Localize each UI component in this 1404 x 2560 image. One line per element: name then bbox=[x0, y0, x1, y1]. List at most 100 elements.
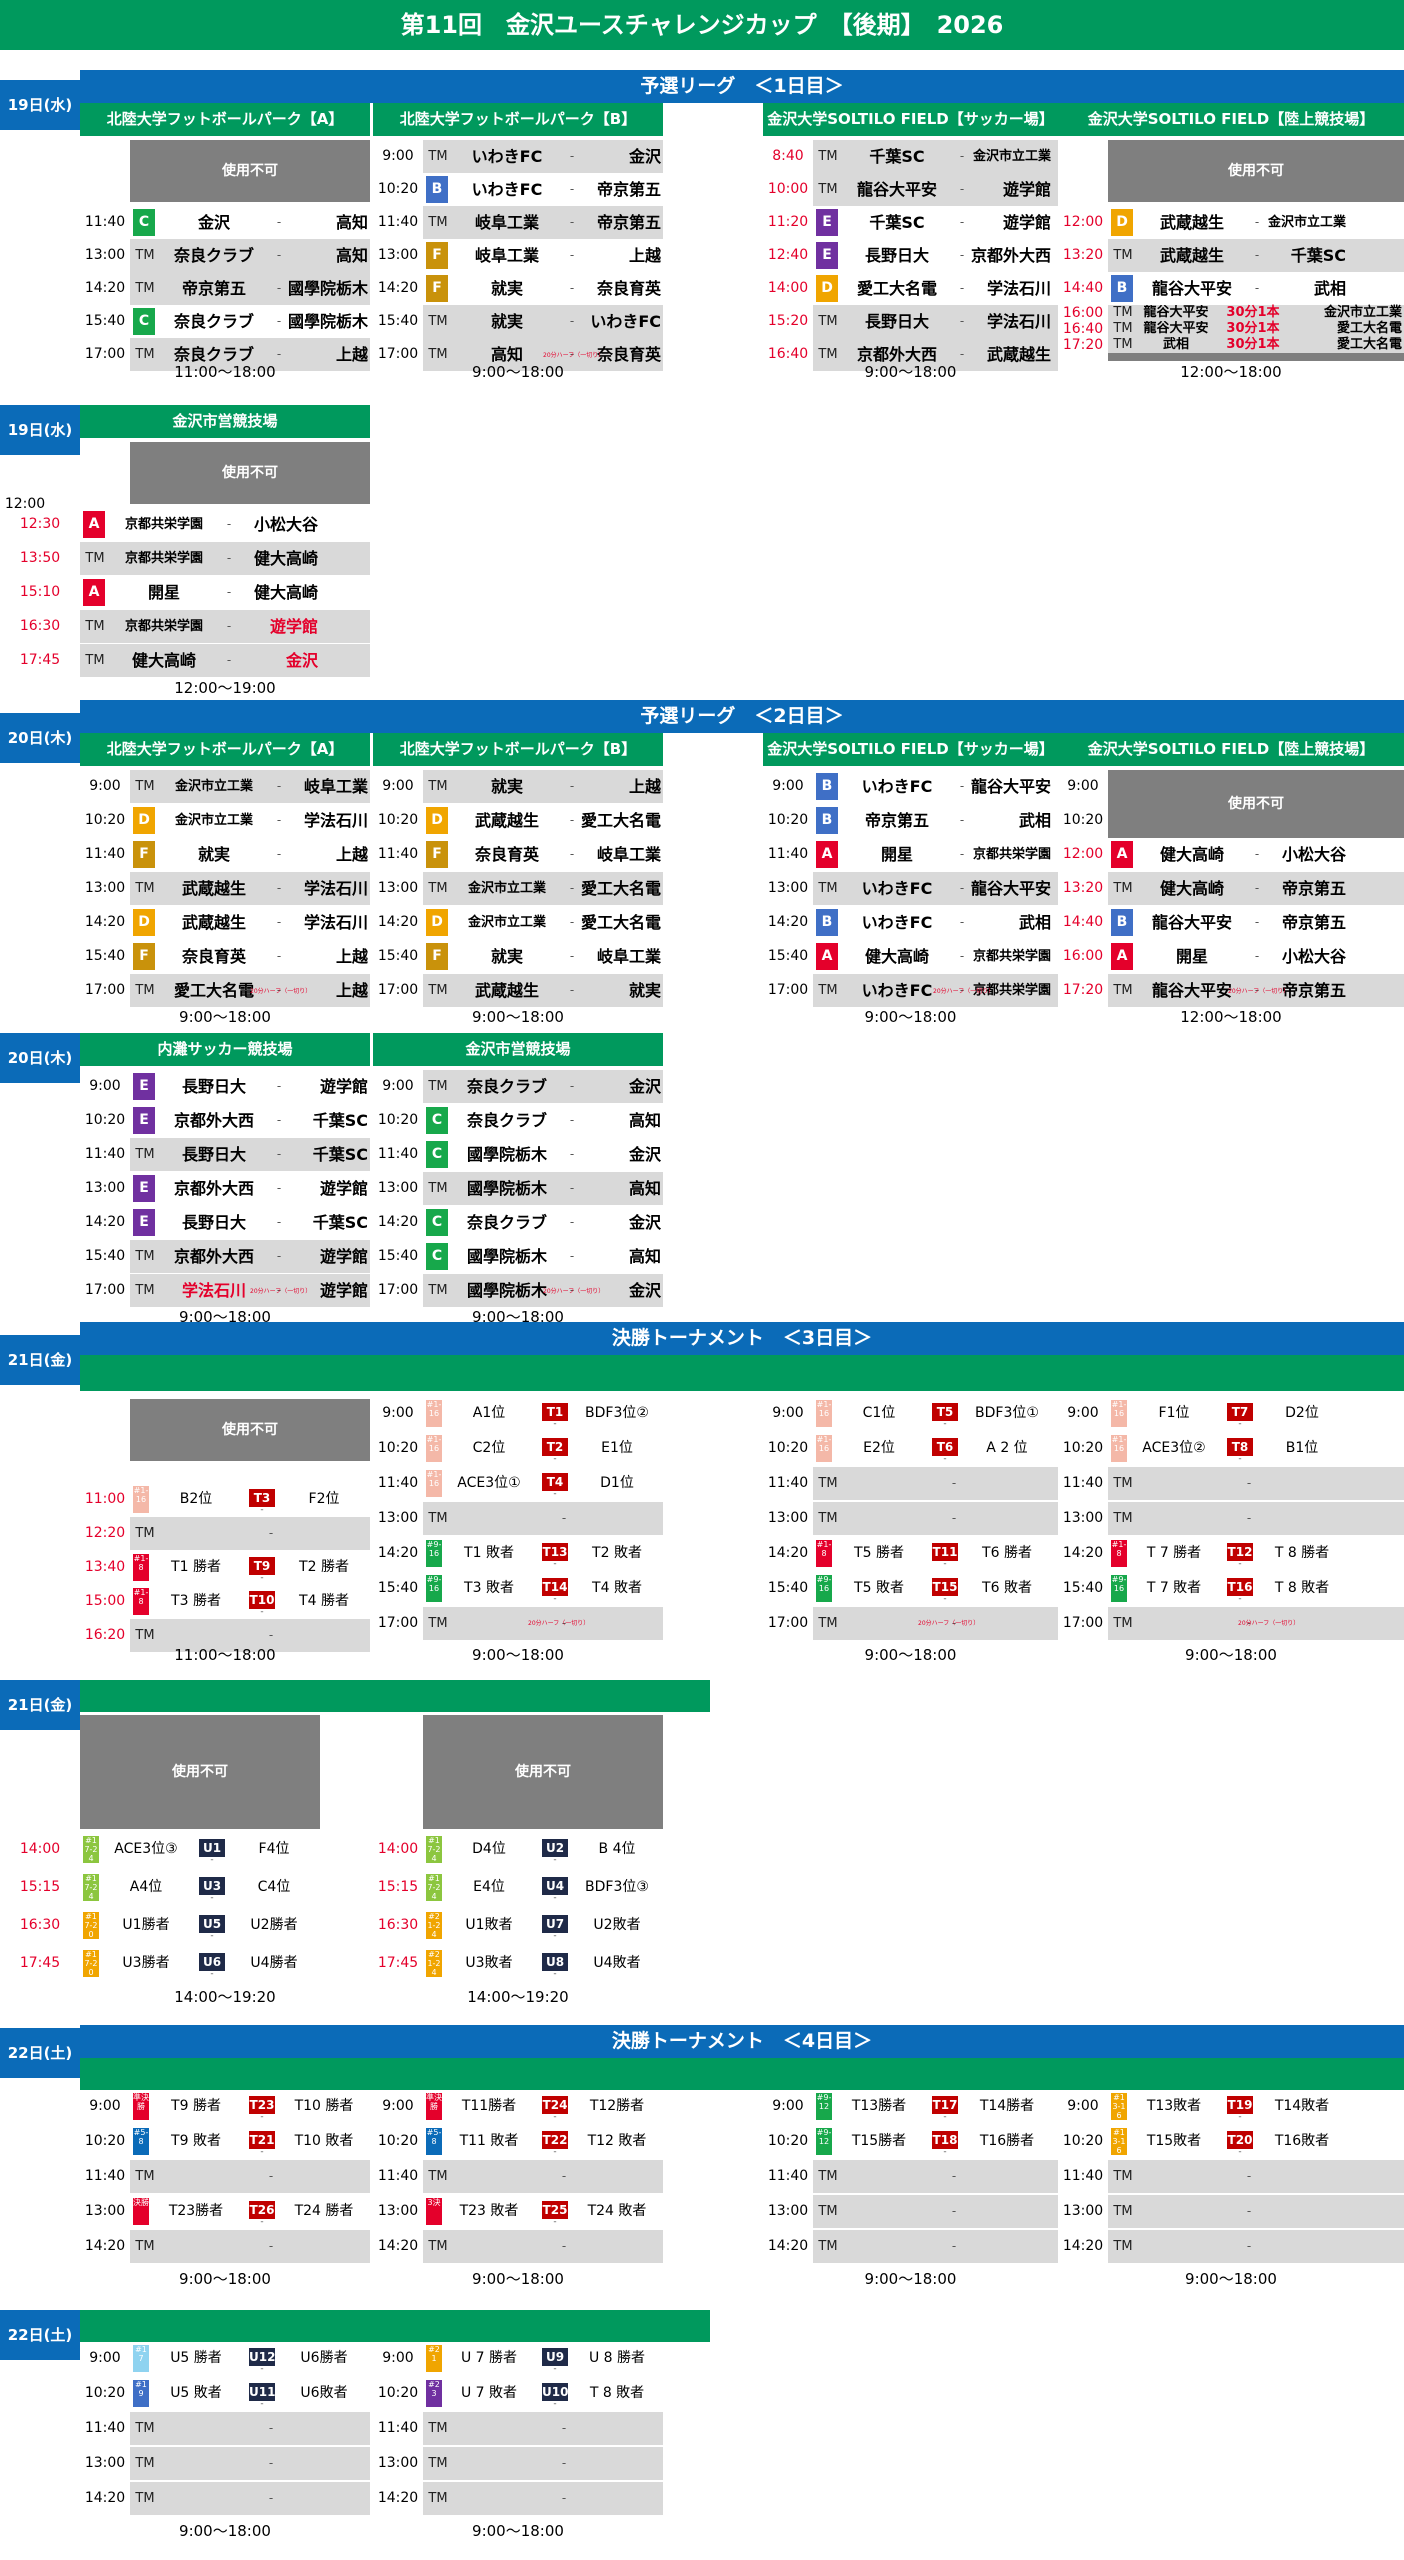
vs-dash: - bbox=[276, 1249, 282, 1263]
slot-home: T9 敗者 bbox=[171, 2133, 221, 2149]
group-badge: C bbox=[426, 1107, 448, 1134]
match-lane: #17-24 E4位 U4- BDF3位③ bbox=[423, 1871, 663, 1904]
match-row: 13:20 TM 武蔵越生 - 千葉SC bbox=[1058, 239, 1404, 272]
tm-tag: TM bbox=[818, 881, 838, 896]
team-home: 龍谷大平安 bbox=[1143, 305, 1209, 320]
bracket-row: 11:40 #1-16 ACE3位① T4- D1位 bbox=[373, 1467, 663, 1500]
match-lane: TM 岐阜工業 - 帝京第五 bbox=[423, 206, 663, 239]
match-lane: TM 龍谷大平安 - 遊学館 bbox=[813, 173, 1058, 206]
team-home: 奈良育英 bbox=[474, 845, 539, 864]
slot-home: U5 敗者 bbox=[170, 2385, 222, 2401]
match-row: 8:40 TM 千葉SC - 金沢市立工業 bbox=[763, 140, 1058, 173]
match-row: 15:10 A 開星 - 健大高崎 bbox=[20, 576, 370, 609]
match-lane: F 奈良育英 - 岐阜工業 bbox=[423, 838, 663, 871]
stage-subheader bbox=[80, 2058, 1404, 2090]
match-row: 9:00 E 長野日大 - 遊学館 bbox=[80, 1070, 370, 1103]
match-lane: #1-16 A1位 T1- BDF3位② bbox=[423, 1397, 663, 1430]
tm-tag: TM bbox=[1113, 1511, 1133, 1526]
match-time: 15:15 bbox=[19, 1879, 61, 1895]
tm-tag: TM bbox=[428, 2421, 448, 2436]
group-badge: D bbox=[1111, 209, 1133, 236]
slot-away: E1位 bbox=[601, 1440, 633, 1456]
match-time: 10:20 bbox=[1062, 2133, 1104, 2149]
match-lane: TM - bbox=[813, 1467, 1058, 1500]
match-lane: C 奈良クラブ - 高知 bbox=[423, 1104, 663, 1137]
venue-hours: 9:00～18:00 bbox=[864, 1646, 957, 1664]
group-badge: F bbox=[133, 943, 155, 970]
team-home: 千葉SC bbox=[869, 213, 925, 232]
match-time: 10:20 bbox=[84, 812, 126, 828]
vs-dash: - bbox=[959, 779, 965, 793]
match-lane: #1-16 C1位 T5- BDF3位① bbox=[813, 1397, 1058, 1430]
tm-tag: TM bbox=[1113, 1616, 1133, 1631]
match-row: 15:40 TM 就実 - いわきFC bbox=[373, 305, 663, 338]
slot-home: F1位 bbox=[1158, 1405, 1190, 1421]
match-time: 13:00 bbox=[767, 2203, 809, 2219]
vs-dash: - bbox=[553, 2399, 557, 2409]
match-lane: #13-16 T15敗者 T20- T16敗者 bbox=[1108, 2125, 1404, 2158]
tm-tag: TM bbox=[428, 2169, 448, 2184]
team-away: 金沢 bbox=[628, 1077, 661, 1096]
team-away: 高知 bbox=[628, 1179, 661, 1198]
tm-tag: TM bbox=[1113, 2239, 1133, 2254]
match-row: 13:00 TM 武蔵越生 - 学法石川 bbox=[80, 872, 370, 905]
match-lane: F 就実 - 岐阜工業 bbox=[423, 940, 663, 973]
match-time: 11:40 bbox=[84, 1146, 126, 1162]
match-lane: #1-16 ACE3位② T8- B1位 bbox=[1108, 1432, 1404, 1465]
match-time: 11:40 bbox=[84, 846, 126, 862]
team-away: 武相 bbox=[1018, 913, 1051, 932]
match-time: 17:00 bbox=[377, 1615, 419, 1631]
team-away: 上越 bbox=[628, 777, 661, 796]
team-home: 開星 bbox=[1175, 947, 1208, 966]
team-home: 龍谷大平安 bbox=[1151, 913, 1232, 932]
vs-dash: - bbox=[1254, 847, 1260, 861]
match-time: 10:20 bbox=[377, 181, 419, 197]
match-time: 16:30 bbox=[377, 1917, 419, 1933]
vs-dash: - bbox=[943, 2112, 947, 2122]
venue-block: 北陸大学フットボールパーク【A】 9:00 TM 金沢市立工業 - 岐阜工業 10:20 D 金… bbox=[80, 733, 370, 1033]
match-time: 13:00 bbox=[377, 1510, 419, 1526]
slot-away: T10 敗者 bbox=[294, 2133, 354, 2149]
bracket-row: 14:00 #17-24 D4位 U2- B 4位 bbox=[373, 1833, 663, 1866]
tm-tag: TM bbox=[818, 1616, 838, 1631]
match-time: 9:00 bbox=[89, 2350, 121, 2366]
match-row: 10:20 E 京都外大西 - 千葉SC bbox=[80, 1104, 370, 1137]
match-time: 11:40 bbox=[767, 2168, 809, 2184]
slot-home: C1位 bbox=[862, 1405, 896, 1421]
team-away: 帝京第五 bbox=[596, 213, 661, 232]
group-badge: F bbox=[426, 275, 448, 302]
team-away: 金沢市立工業 bbox=[1267, 215, 1346, 230]
match-lane: D 武蔵越生 - 金沢市立工業 bbox=[1108, 206, 1404, 239]
match-row: 14:20 B いわきFC - 武相 bbox=[763, 906, 1058, 939]
slot-away: T24 敗者 bbox=[587, 2203, 647, 2219]
vs-dash: - bbox=[951, 2239, 957, 2253]
slot-home: U 7 勝者 bbox=[460, 2350, 518, 2366]
tm-tag: TM bbox=[135, 1249, 155, 1264]
bracket-row: 13:00 TM - bbox=[1058, 1502, 1404, 1535]
match-time: 17:00 bbox=[377, 1282, 419, 1298]
tm-tag: TM bbox=[135, 281, 155, 296]
vs-dash: - bbox=[561, 2421, 567, 2435]
team-home: 京都外大西 bbox=[173, 1111, 254, 1130]
venue-block: 9:00 #1-16 F1位 T7- D2位 10:20 #1-16 ACE3位② T8- B1位… bbox=[1058, 1393, 1404, 1673]
match-lane: #5-8 T11 敗者 T22- T12 敗者 bbox=[423, 2125, 663, 2158]
round-tag: #17-24 bbox=[426, 1874, 442, 1901]
match-lane: #21 U 7 勝者 U9- U 8 勝者 bbox=[423, 2342, 663, 2375]
venue-header: 内灘サッカー競技場 bbox=[80, 1033, 370, 1066]
vs-dash: - bbox=[260, 2217, 264, 2227]
vs-dash: - bbox=[276, 847, 282, 861]
day-label: 20日(木) bbox=[0, 1033, 80, 1083]
match-row: 13:50 TM 京都共栄学園 - 健大高崎 bbox=[20, 542, 370, 575]
match-row: 17:00 TM いわきFC - 京都共栄学園 20分ハーフ（一切り） bbox=[763, 974, 1058, 1007]
slot-home: E4位 bbox=[473, 1879, 505, 1895]
match-row: 15:40 F 就実 - 岐阜工業 bbox=[373, 940, 663, 973]
team-away: 帝京第五 bbox=[596, 180, 661, 199]
round-tag: 3決 bbox=[426, 2198, 442, 2225]
match-time: 17:20 bbox=[1062, 982, 1104, 998]
venue-hours: 9:00～18:00 bbox=[179, 2270, 271, 2288]
tm-tag: TM bbox=[428, 215, 448, 230]
vs-dash: - bbox=[1238, 2147, 1242, 2157]
match-time: 13:20 bbox=[1062, 247, 1104, 263]
match-format: 30分1本 bbox=[1226, 337, 1280, 352]
slot-away: T24 勝者 bbox=[294, 2203, 354, 2219]
